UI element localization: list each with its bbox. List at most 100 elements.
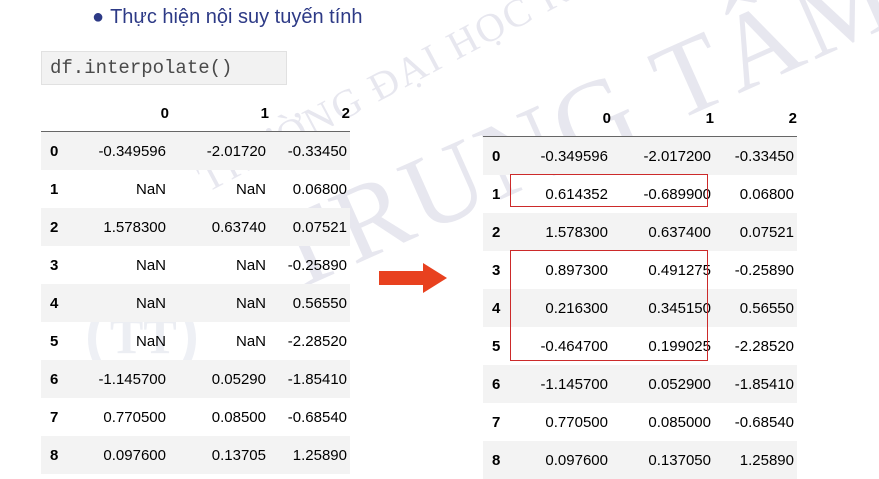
table-row: 70.7705000.085000-0.68540 (483, 403, 797, 441)
table-cell: 0.199025 (611, 327, 714, 365)
table-cell: 0.637400 (611, 213, 714, 251)
table-cell: -1.85410 (714, 365, 797, 403)
bullet-text: Thực hiện nội suy tuyến tính (110, 6, 362, 28)
code-block: df.interpolate() (41, 51, 287, 85)
column-header: 1 (611, 97, 714, 137)
bullet-marker: ● (92, 6, 104, 28)
table-cell: 0.614352 (520, 175, 611, 213)
after-dataframe-table: 0 1 2 0-0.349596-2.017200-0.3345010.6143… (483, 97, 797, 479)
table-cell: 0.07521 (269, 208, 350, 246)
table-row: 5-0.4647000.199025-2.28520 (483, 327, 797, 365)
table-cell: NaN (78, 284, 169, 322)
table-cell: NaN (78, 322, 169, 360)
before-dataframe-table: 0 1 2 0-0.349596-2.01720-0.334501NaNNaN0… (41, 92, 350, 474)
table-cell: -1.145700 (520, 365, 611, 403)
table-row: 40.2163000.3451500.56550 (483, 289, 797, 327)
table-cell: 0.13705 (169, 436, 269, 474)
row-index: 5 (483, 327, 520, 365)
index-header (483, 97, 520, 137)
table-cell: -0.33450 (269, 132, 350, 171)
table-cell: -1.85410 (269, 360, 350, 398)
table-cell: -0.25890 (269, 246, 350, 284)
column-header: 0 (520, 97, 611, 137)
row-index: 6 (483, 365, 520, 403)
table-cell: -0.68540 (714, 403, 797, 441)
table-cell: NaN (169, 170, 269, 208)
column-header: 2 (269, 92, 350, 132)
table-cell: 0.770500 (520, 403, 611, 441)
table-row: 1NaNNaN0.06800 (41, 170, 350, 208)
column-header: 1 (169, 92, 269, 132)
table-row: 4NaNNaN0.56550 (41, 284, 350, 322)
row-index: 6 (41, 360, 78, 398)
table-cell: NaN (169, 284, 269, 322)
row-index: 3 (483, 251, 520, 289)
table-cell: 1.25890 (714, 441, 797, 479)
table-cell: -0.349596 (520, 137, 611, 176)
table-cell: NaN (169, 322, 269, 360)
table-cell: 0.085000 (611, 403, 714, 441)
table-row: 70.7705000.08500-0.68540 (41, 398, 350, 436)
table-cell: 0.06800 (269, 170, 350, 208)
bullet-heading: ● Thực hiện nội suy tuyến tính (92, 6, 363, 29)
row-index: 4 (483, 289, 520, 327)
row-index: 8 (41, 436, 78, 474)
table-cell: 0.137050 (611, 441, 714, 479)
table-cell: -0.349596 (78, 132, 169, 171)
table-cell: 0.052900 (611, 365, 714, 403)
table-cell: -1.145700 (78, 360, 169, 398)
row-index: 4 (41, 284, 78, 322)
table-cell: -0.25890 (714, 251, 797, 289)
table-cell: NaN (78, 246, 169, 284)
table-cell: -2.01720 (169, 132, 269, 171)
row-index: 1 (41, 170, 78, 208)
after-table-body: 0-0.349596-2.017200-0.3345010.614352-0.6… (483, 137, 797, 479)
table-cell: 0.08500 (169, 398, 269, 436)
column-header: 0 (78, 92, 169, 132)
table-row: 6-1.1457000.052900-1.85410 (483, 365, 797, 403)
table-cell: -2.28520 (269, 322, 350, 360)
table-header-row: 0 1 2 (483, 97, 797, 137)
table-cell: 0.097600 (520, 441, 611, 479)
before-table-body: 0-0.349596-2.01720-0.334501NaNNaN0.06800… (41, 132, 350, 475)
table-cell: 1.578300 (78, 208, 169, 246)
table-row: 10.614352-0.6899000.06800 (483, 175, 797, 213)
column-header: 2 (714, 97, 797, 137)
table-cell: 0.770500 (78, 398, 169, 436)
code-text: df.interpolate() (50, 57, 232, 79)
table-cell: -0.68540 (269, 398, 350, 436)
row-index: 0 (483, 137, 520, 176)
table-cell: 0.07521 (714, 213, 797, 251)
row-index: 7 (41, 398, 78, 436)
table-cell: 1.25890 (269, 436, 350, 474)
table-row: 21.5783000.637400.07521 (41, 208, 350, 246)
table-cell: 0.06800 (714, 175, 797, 213)
table-header-row: 0 1 2 (41, 92, 350, 132)
table-cell: -0.33450 (714, 137, 797, 176)
table-cell: NaN (78, 170, 169, 208)
table-cell: 0.56550 (714, 289, 797, 327)
table-row: 80.0976000.1370501.25890 (483, 441, 797, 479)
row-index: 8 (483, 441, 520, 479)
table-cell: 0.097600 (78, 436, 169, 474)
row-index: 2 (483, 213, 520, 251)
row-index: 7 (483, 403, 520, 441)
row-index: 1 (483, 175, 520, 213)
table-cell: 1.578300 (520, 213, 611, 251)
table-row: 5NaNNaN-2.28520 (41, 322, 350, 360)
table-row: 30.8973000.491275-0.25890 (483, 251, 797, 289)
table-row: 3NaNNaN-0.25890 (41, 246, 350, 284)
table-cell: -2.017200 (611, 137, 714, 176)
table-cell: 0.491275 (611, 251, 714, 289)
table-cell: 0.897300 (520, 251, 611, 289)
table-cell: 0.05290 (169, 360, 269, 398)
table-cell: 0.63740 (169, 208, 269, 246)
table-row: 6-1.1457000.05290-1.85410 (41, 360, 350, 398)
table-cell: -0.464700 (520, 327, 611, 365)
table-row: 0-0.349596-2.017200-0.33450 (483, 137, 797, 176)
table-row: 0-0.349596-2.01720-0.33450 (41, 132, 350, 171)
table-cell: 0.345150 (611, 289, 714, 327)
row-index: 3 (41, 246, 78, 284)
table-cell: -2.28520 (714, 327, 797, 365)
index-header (41, 92, 78, 132)
